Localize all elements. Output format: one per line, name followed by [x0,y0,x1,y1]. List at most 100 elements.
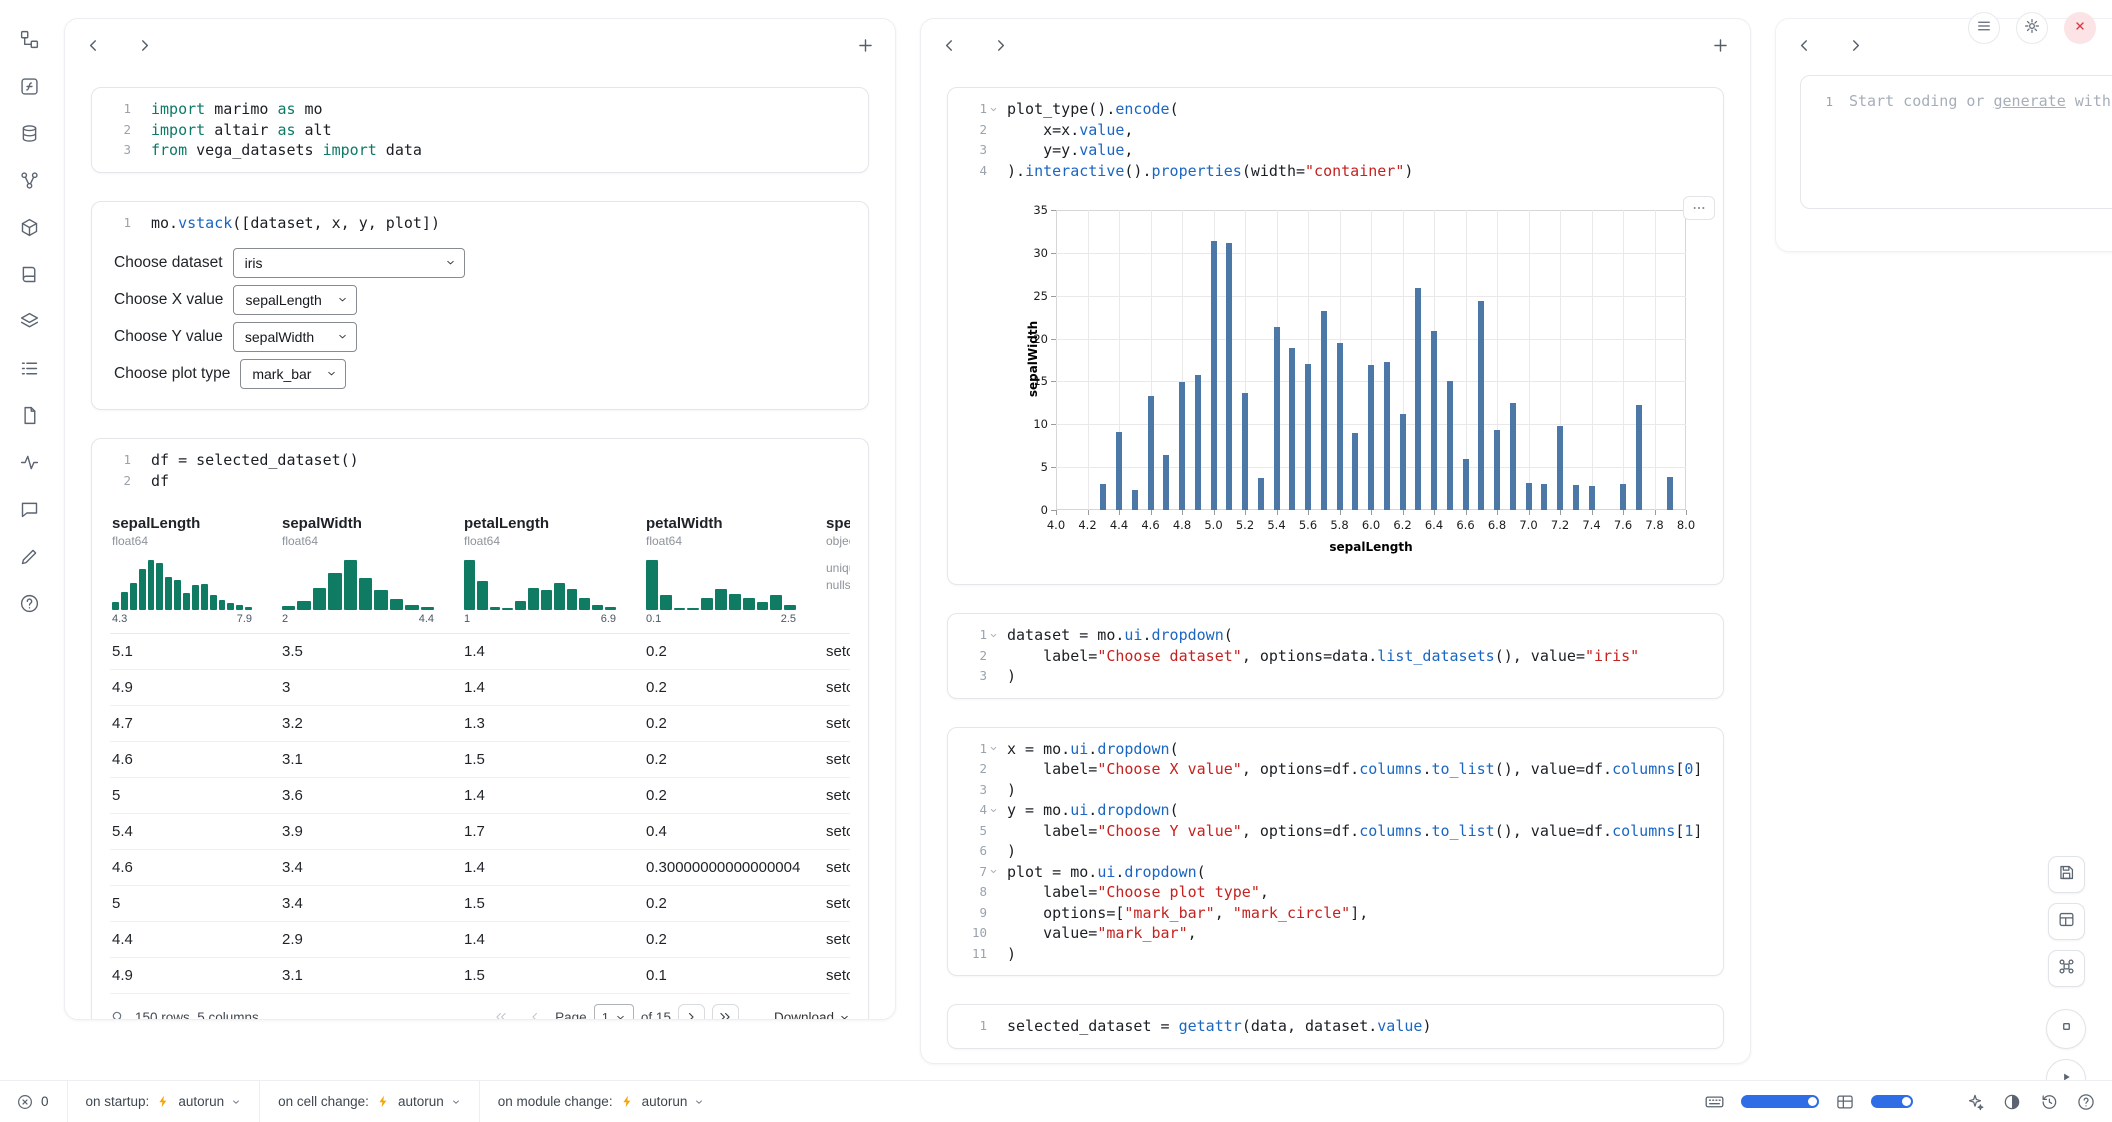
table-cell: 5.4 [110,814,280,849]
generate-link[interactable]: generate [1994,92,2066,110]
dropdown-choose-dataset[interactable]: iris [233,248,465,278]
table-cell: 2.9 [280,922,462,957]
table-cell: 0.1 [644,958,824,993]
page-select[interactable]: 1 [594,1004,634,1020]
layers-icon[interactable] [12,304,46,338]
chart-bar [1573,485,1579,510]
table-cell: 1.4 [462,670,644,705]
fold-chevron-icon[interactable] [987,806,1000,815]
help-icon[interactable] [2076,1092,2096,1112]
code-editor[interactable]: 1df = selected_dataset()2df [92,439,868,502]
runtime-config-1[interactable]: on cell change:autorun [259,1081,479,1122]
command-icon [2057,957,2076,981]
stop-button[interactable] [2046,1009,2086,1049]
keyboard-icon[interactable] [1704,1091,1725,1112]
table-footer: 150 rows, 5 columnsPage1of 15Download [110,994,850,1020]
chart-bar [1274,327,1280,510]
ai-prompt-input[interactable]: 1 Start coding or generate with AI [1800,75,2112,209]
theme-icon[interactable] [2002,1092,2022,1112]
save-icon [2057,863,2076,887]
file-tree-icon[interactable] [12,22,46,56]
table-header-petalLength[interactable]: petalLengthfloat6416.9 [462,502,644,633]
code-editor[interactable]: 1dataset = mo.ui.dropdown(2 label="Choos… [948,614,1723,698]
table-header-petalWidth[interactable]: petalWidthfloat640.12.5 [644,502,824,633]
error-count-button[interactable]: 0 [16,1093,67,1111]
dropdown-choose-y-value[interactable]: sepalWidth [233,322,357,352]
add-cell-button[interactable] [1711,36,1730,55]
notebook-menu-button[interactable] [1968,12,2000,44]
chart-bar [1100,484,1106,510]
width-slider[interactable] [1741,1095,1819,1108]
chat-icon[interactable] [12,492,46,526]
next-page-button[interactable] [678,1004,705,1021]
fold-chevron-icon[interactable] [987,867,1000,876]
table-row: 4.63.11.50.2setosa [110,742,850,778]
table-header-sepalWidth[interactable]: sepalWidthfloat6424.4 [280,502,462,633]
history-icon[interactable] [2039,1092,2059,1112]
dataframe-table: sepalLengthfloat644.37.9sepalWidthfloat6… [110,502,850,994]
cell-output-table: sepalLengthfloat644.37.9sepalWidthfloat6… [92,502,868,1020]
table-cell: 1.3 [462,706,644,741]
chevron-left-icon[interactable] [1796,37,1813,54]
package-icon[interactable] [12,210,46,244]
chart-actions-button[interactable] [1683,196,1715,220]
search-icon[interactable] [110,1009,126,1020]
fold-chevron-icon[interactable] [987,744,1000,753]
chevron-left-icon[interactable] [85,37,102,54]
layout-toggle-button[interactable] [2048,903,2085,940]
activity-icon[interactable] [12,445,46,479]
panel-columns-icon[interactable] [1835,1092,1855,1112]
keyboard-shortcuts-button[interactable] [2048,950,2085,987]
runtime-config-0[interactable]: on startup:autorun [67,1081,260,1122]
chevron-left-icon[interactable] [941,37,958,54]
add-cell-button[interactable] [856,36,875,55]
code-editor[interactable]: 1x = mo.ui.dropdown(2 label="Choose X va… [948,728,1723,976]
chevron-right-icon[interactable] [136,37,153,54]
code-editor[interactable]: 1import marimo as mo2import altair as al… [92,88,868,172]
cell-output-chart: 4.04.24.44.64.85.05.25.45.65.86.06.26.46… [948,192,1723,584]
runtime-config-2[interactable]: on module change:autorun [479,1081,723,1122]
error-count: 0 [41,1094,49,1109]
density-slider[interactable] [1871,1095,1913,1108]
first-page-button[interactable] [487,1004,514,1021]
line-number: 3 [948,780,1000,801]
fold-chevron-icon[interactable] [987,105,1000,114]
chart-x-axis-title: sepalLength [1271,540,1471,554]
code-editor[interactable]: 1mo.vstack([dataset, x, y, plot]) [92,202,868,245]
dropdown-choose-plot-type[interactable]: mark_bar [240,359,346,389]
table-cell: setosa [824,850,850,885]
table-header-sepalLength[interactable]: sepalLengthfloat644.37.9 [110,502,280,633]
ai-sparkle-icon[interactable] [1965,1092,1985,1112]
chart-bar [1211,241,1217,510]
list-icon[interactable] [12,351,46,385]
code-editor[interactable]: 1plot_type().encode(2 x=x.value,3 y=y.va… [948,88,1723,192]
chevron-right-icon[interactable] [1847,37,1864,54]
last-page-button[interactable] [712,1004,739,1021]
network-icon[interactable] [12,163,46,197]
pen-icon[interactable] [12,539,46,573]
shutdown-button[interactable] [2064,12,2096,44]
help-icon[interactable] [12,586,46,620]
table-cell: 3.9 [280,814,462,849]
table-cell: 4.9 [110,670,280,705]
database-icon[interactable] [12,116,46,150]
fold-chevron-icon[interactable] [987,631,1000,640]
chevron-right-icon[interactable] [992,37,1009,54]
download-button[interactable]: Download [774,1010,850,1021]
book-icon[interactable] [12,257,46,291]
line-number: 1 [92,213,144,234]
chart-bar [1116,432,1122,510]
table-header-species[interactable]: speciesobjectunique:nulls: [824,502,850,633]
table-cell: 1.4 [462,634,644,669]
chart-bar [1226,243,1232,510]
functions-icon[interactable] [12,69,46,103]
code-editor[interactable]: 1selected_dataset = getattr(data, datase… [948,1005,1723,1048]
line-number: 2 [948,120,1000,141]
save-button[interactable] [2048,856,2085,893]
dropdown-choose-x-value[interactable]: sepalLength [233,285,357,315]
settings-button[interactable] [2016,12,2048,44]
document-icon[interactable] [12,398,46,432]
chart-bar [1636,405,1642,510]
code-line: plot = mo.ui.dropdown( [1000,862,1206,883]
prev-page-button[interactable] [521,1004,548,1021]
